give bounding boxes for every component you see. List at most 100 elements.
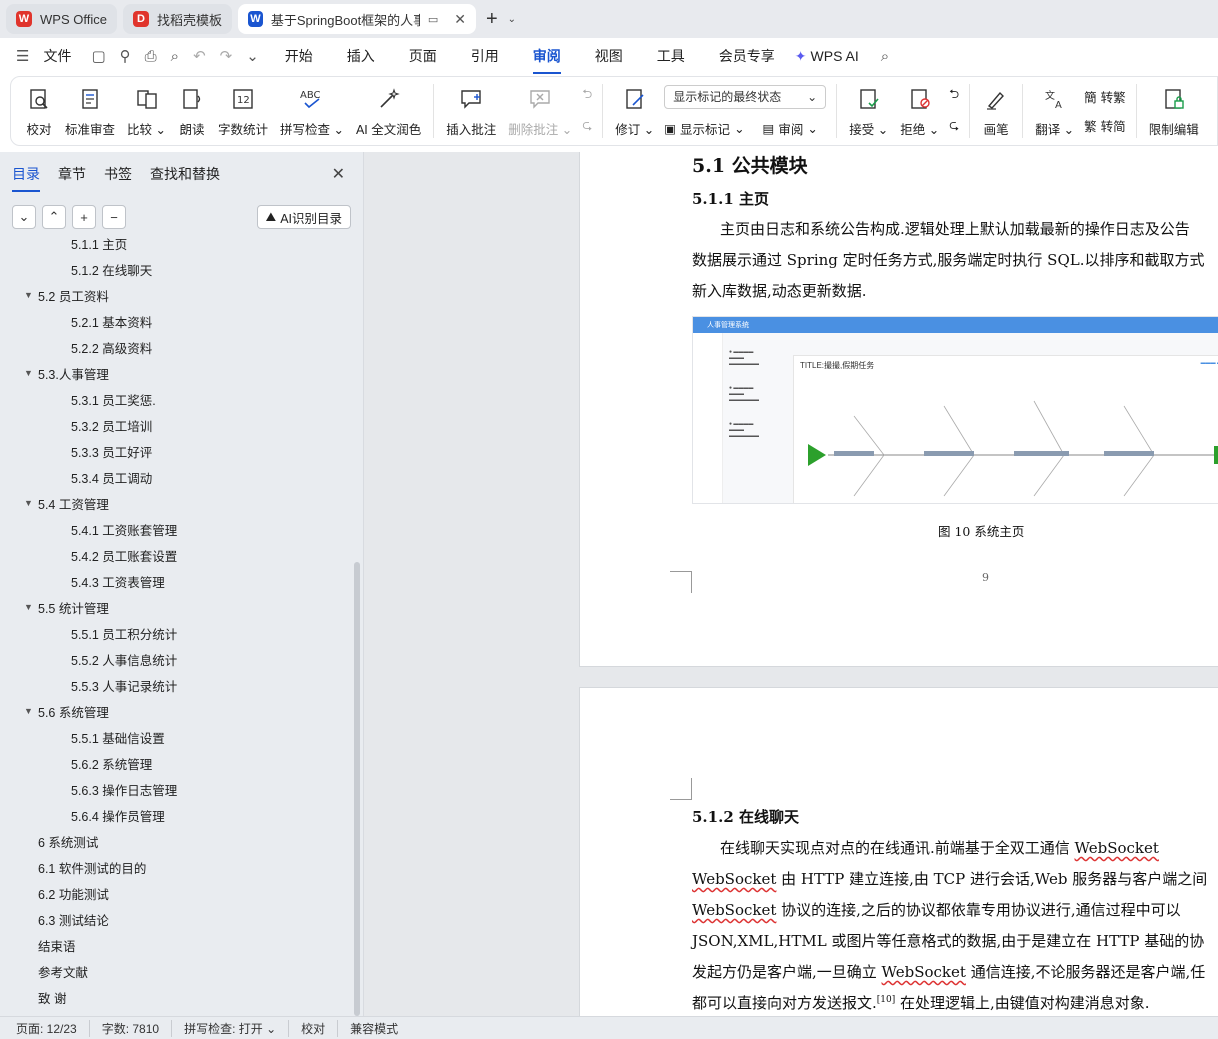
restrict-edit-button[interactable]: 限制编辑 bbox=[1143, 79, 1205, 143]
next-change-icon[interactable]: ⮎ bbox=[949, 116, 959, 137]
chevron-down-icon[interactable]: ⌄ bbox=[246, 47, 259, 65]
monitor-icon[interactable]: ▭ bbox=[428, 13, 438, 26]
expand-arrow-icon[interactable]: ▼ bbox=[24, 498, 33, 508]
show-markup-button[interactable]: ▣ 显示标记 ⌄ bbox=[664, 119, 744, 138]
menu-tools[interactable]: 工具 bbox=[657, 46, 685, 66]
tab-toc[interactable]: 目录 bbox=[12, 164, 40, 192]
document-page[interactable]: 5.1 公共模块 5.1.1 主页 主页由日志和系统公告构成.逻辑处理上默认加载… bbox=[579, 152, 1218, 667]
translate-button[interactable]: 文A 翻译 ⌄ bbox=[1029, 79, 1080, 143]
word-count-button[interactable]: 12 字数统计 bbox=[212, 79, 274, 143]
toc-item[interactable]: 6 系统测试 bbox=[0, 828, 352, 854]
revise-button[interactable]: 修订 ⌄ bbox=[609, 79, 660, 143]
ai-polish-button[interactable]: AI 全文润色 bbox=[350, 79, 427, 143]
markup-state-select[interactable]: 显示标记的最终状态 ⌄ bbox=[664, 84, 827, 109]
reject-button[interactable]: 拒绝 ⌄ bbox=[894, 79, 945, 143]
read-aloud-button[interactable]: 朗读 bbox=[172, 79, 212, 143]
expand-arrow-icon[interactable]: ▼ bbox=[24, 602, 33, 612]
toc-item[interactable]: 5.6.3 操作日志管理 bbox=[0, 776, 352, 802]
previous-comment-icon[interactable]: ⮌ bbox=[582, 85, 592, 106]
proofread-button[interactable]: 校对 bbox=[19, 79, 59, 143]
toc-item[interactable]: ▼ 5.6 系统管理 bbox=[0, 698, 352, 724]
toc-item[interactable]: 5.1.1 主页 bbox=[0, 238, 352, 256]
expand-arrow-icon[interactable]: ▼ bbox=[24, 706, 33, 716]
compare-button[interactable]: 比较 ⌄ bbox=[121, 79, 172, 143]
menu-page[interactable]: 页面 bbox=[409, 46, 437, 66]
toc-item[interactable]: ▼ 5.3.人事管理 bbox=[0, 360, 352, 386]
toc-item[interactable]: ▼ 5.5 统计管理 bbox=[0, 594, 352, 620]
print-icon[interactable]: ⎙ bbox=[145, 48, 157, 65]
next-comment-icon[interactable]: ⮎ bbox=[582, 116, 592, 137]
toc-scrollbar[interactable] bbox=[354, 562, 360, 1016]
standard-review-button[interactable]: 标准审查 bbox=[59, 79, 121, 143]
toc-item[interactable]: ▼ 5.4 工资管理 bbox=[0, 490, 352, 516]
toc-item[interactable]: 5.6.4 操作员管理 bbox=[0, 802, 352, 828]
menu-review[interactable]: 审阅 bbox=[532, 46, 561, 74]
toc-item[interactable]: 5.4.1 工资账套管理 bbox=[0, 516, 352, 542]
save-icon[interactable]: ▢ bbox=[91, 47, 105, 65]
menu-insert[interactable]: 插入 bbox=[347, 46, 375, 66]
document-area[interactable]: 5.1 公共模块 5.1.1 主页 主页由日志和系统公告构成.逻辑处理上默认加载… bbox=[364, 152, 1218, 1016]
toc-item[interactable]: 5.5.3 人事记录统计 bbox=[0, 672, 352, 698]
close-icon[interactable]: ✕ bbox=[332, 164, 345, 184]
toc-item[interactable]: 5.4.3 工资表管理 bbox=[0, 568, 352, 594]
status-spell-check[interactable]: 拼写检查: 打开 ⌄ bbox=[184, 1019, 290, 1037]
close-icon[interactable]: ✕ bbox=[454, 11, 466, 28]
toc-item[interactable]: 结束语 bbox=[0, 932, 352, 958]
menu-member[interactable]: 会员专享 bbox=[719, 46, 775, 66]
toc-item[interactable]: 5.3.4 员工调动 bbox=[0, 464, 352, 490]
toc-item[interactable]: 5.2.2 高级资料 bbox=[0, 334, 352, 360]
tab-bookmark[interactable]: 书签 bbox=[104, 164, 132, 184]
toc-item[interactable]: 6.1 软件测试的目的 bbox=[0, 854, 352, 880]
toc-item[interactable]: 5.1.2 在线聊天 bbox=[0, 256, 352, 282]
toc-item[interactable]: 5.2.1 基本资料 bbox=[0, 308, 352, 334]
link-icon[interactable]: ⚲ bbox=[120, 47, 131, 65]
tab-find-replace[interactable]: 查找和替换 bbox=[150, 164, 220, 184]
previous-change-icon[interactable]: ⮌ bbox=[949, 85, 959, 106]
menu-file[interactable]: 文件 bbox=[43, 46, 71, 66]
toc-item[interactable]: 5.3.3 员工好评 bbox=[0, 438, 352, 464]
toc-item[interactable]: 致 谢 bbox=[0, 984, 352, 1010]
tab-chapter[interactable]: 章节 bbox=[58, 164, 86, 184]
search-icon[interactable]: ⌕ bbox=[881, 48, 889, 65]
menu-home[interactable]: 开始 bbox=[285, 46, 313, 66]
status-word-count[interactable]: 字数: 7810 bbox=[102, 1019, 173, 1037]
print-preview-icon[interactable]: ⌕ bbox=[171, 48, 179, 65]
toc-item[interactable]: 6.2 功能测试 bbox=[0, 880, 352, 906]
remove-icon[interactable]: − bbox=[102, 205, 126, 229]
toc-item[interactable]: 5.6.2 系统管理 bbox=[0, 750, 352, 776]
to-traditional-button[interactable]: 簡转繁 bbox=[1084, 87, 1126, 106]
add-icon[interactable]: + bbox=[72, 205, 96, 229]
toc-item[interactable]: 5.5.1 员工积分统计 bbox=[0, 620, 352, 646]
toc-item[interactable]: 5.5.1 基础信设置 bbox=[0, 724, 352, 750]
hamburger-icon[interactable]: ☰ bbox=[16, 47, 29, 65]
status-proofread[interactable]: 校对 bbox=[301, 1019, 339, 1037]
toc-item[interactable]: 6.3 测试结论 bbox=[0, 906, 352, 932]
spell-check-button[interactable]: ABC 拼写检查 ⌄ bbox=[274, 79, 350, 143]
toc-item[interactable]: 参考文献 bbox=[0, 958, 352, 984]
collapse-up-icon[interactable]: ⌃ bbox=[42, 205, 66, 229]
delete-comment-button[interactable]: 删除批注 ⌄ bbox=[502, 79, 578, 143]
toc-item[interactable]: 5.3.2 员工培训 bbox=[0, 412, 352, 438]
undo-icon[interactable]: ↶ bbox=[193, 47, 206, 65]
expand-arrow-icon[interactable]: ▼ bbox=[24, 290, 33, 300]
toc-item[interactable]: 5.3.1 员工奖惩. bbox=[0, 386, 352, 412]
menu-reference[interactable]: 引用 bbox=[471, 46, 499, 66]
toc-item[interactable]: 5.5.2 人事信息统计 bbox=[0, 646, 352, 672]
tab-wps-office[interactable]: W WPS Office bbox=[6, 4, 117, 34]
tab-document[interactable]: W 基于SpringBoot框架的人事管 ▭ ✕ bbox=[237, 4, 476, 34]
to-simplified-button[interactable]: 繁转简 bbox=[1084, 116, 1126, 135]
pen-button[interactable]: 画笔 bbox=[976, 79, 1016, 143]
ai-toc-button[interactable]: ⛰ AI识别目录 bbox=[256, 205, 351, 229]
menu-view[interactable]: 视图 bbox=[595, 46, 623, 66]
redo-icon[interactable]: ↷ bbox=[220, 47, 233, 65]
new-tab-icon[interactable]: + bbox=[482, 8, 502, 31]
review-pane-button[interactable]: ▤ 审阅 ⌄ bbox=[763, 119, 818, 138]
status-page[interactable]: 页面: 12/23 bbox=[16, 1019, 90, 1037]
expand-arrow-icon[interactable]: ▼ bbox=[24, 368, 33, 378]
chevron-down-icon[interactable]: ⌄ bbox=[508, 14, 516, 25]
tab-template[interactable]: D 找稻壳模板 bbox=[122, 4, 232, 34]
menu-wps-ai[interactable]: ✦ WPS AI bbox=[795, 48, 859, 65]
toc-item[interactable]: 5.4.2 员工账套设置 bbox=[0, 542, 352, 568]
expand-down-icon[interactable]: ⌄ bbox=[12, 205, 36, 229]
accept-button[interactable]: 接受 ⌄ bbox=[843, 79, 894, 143]
